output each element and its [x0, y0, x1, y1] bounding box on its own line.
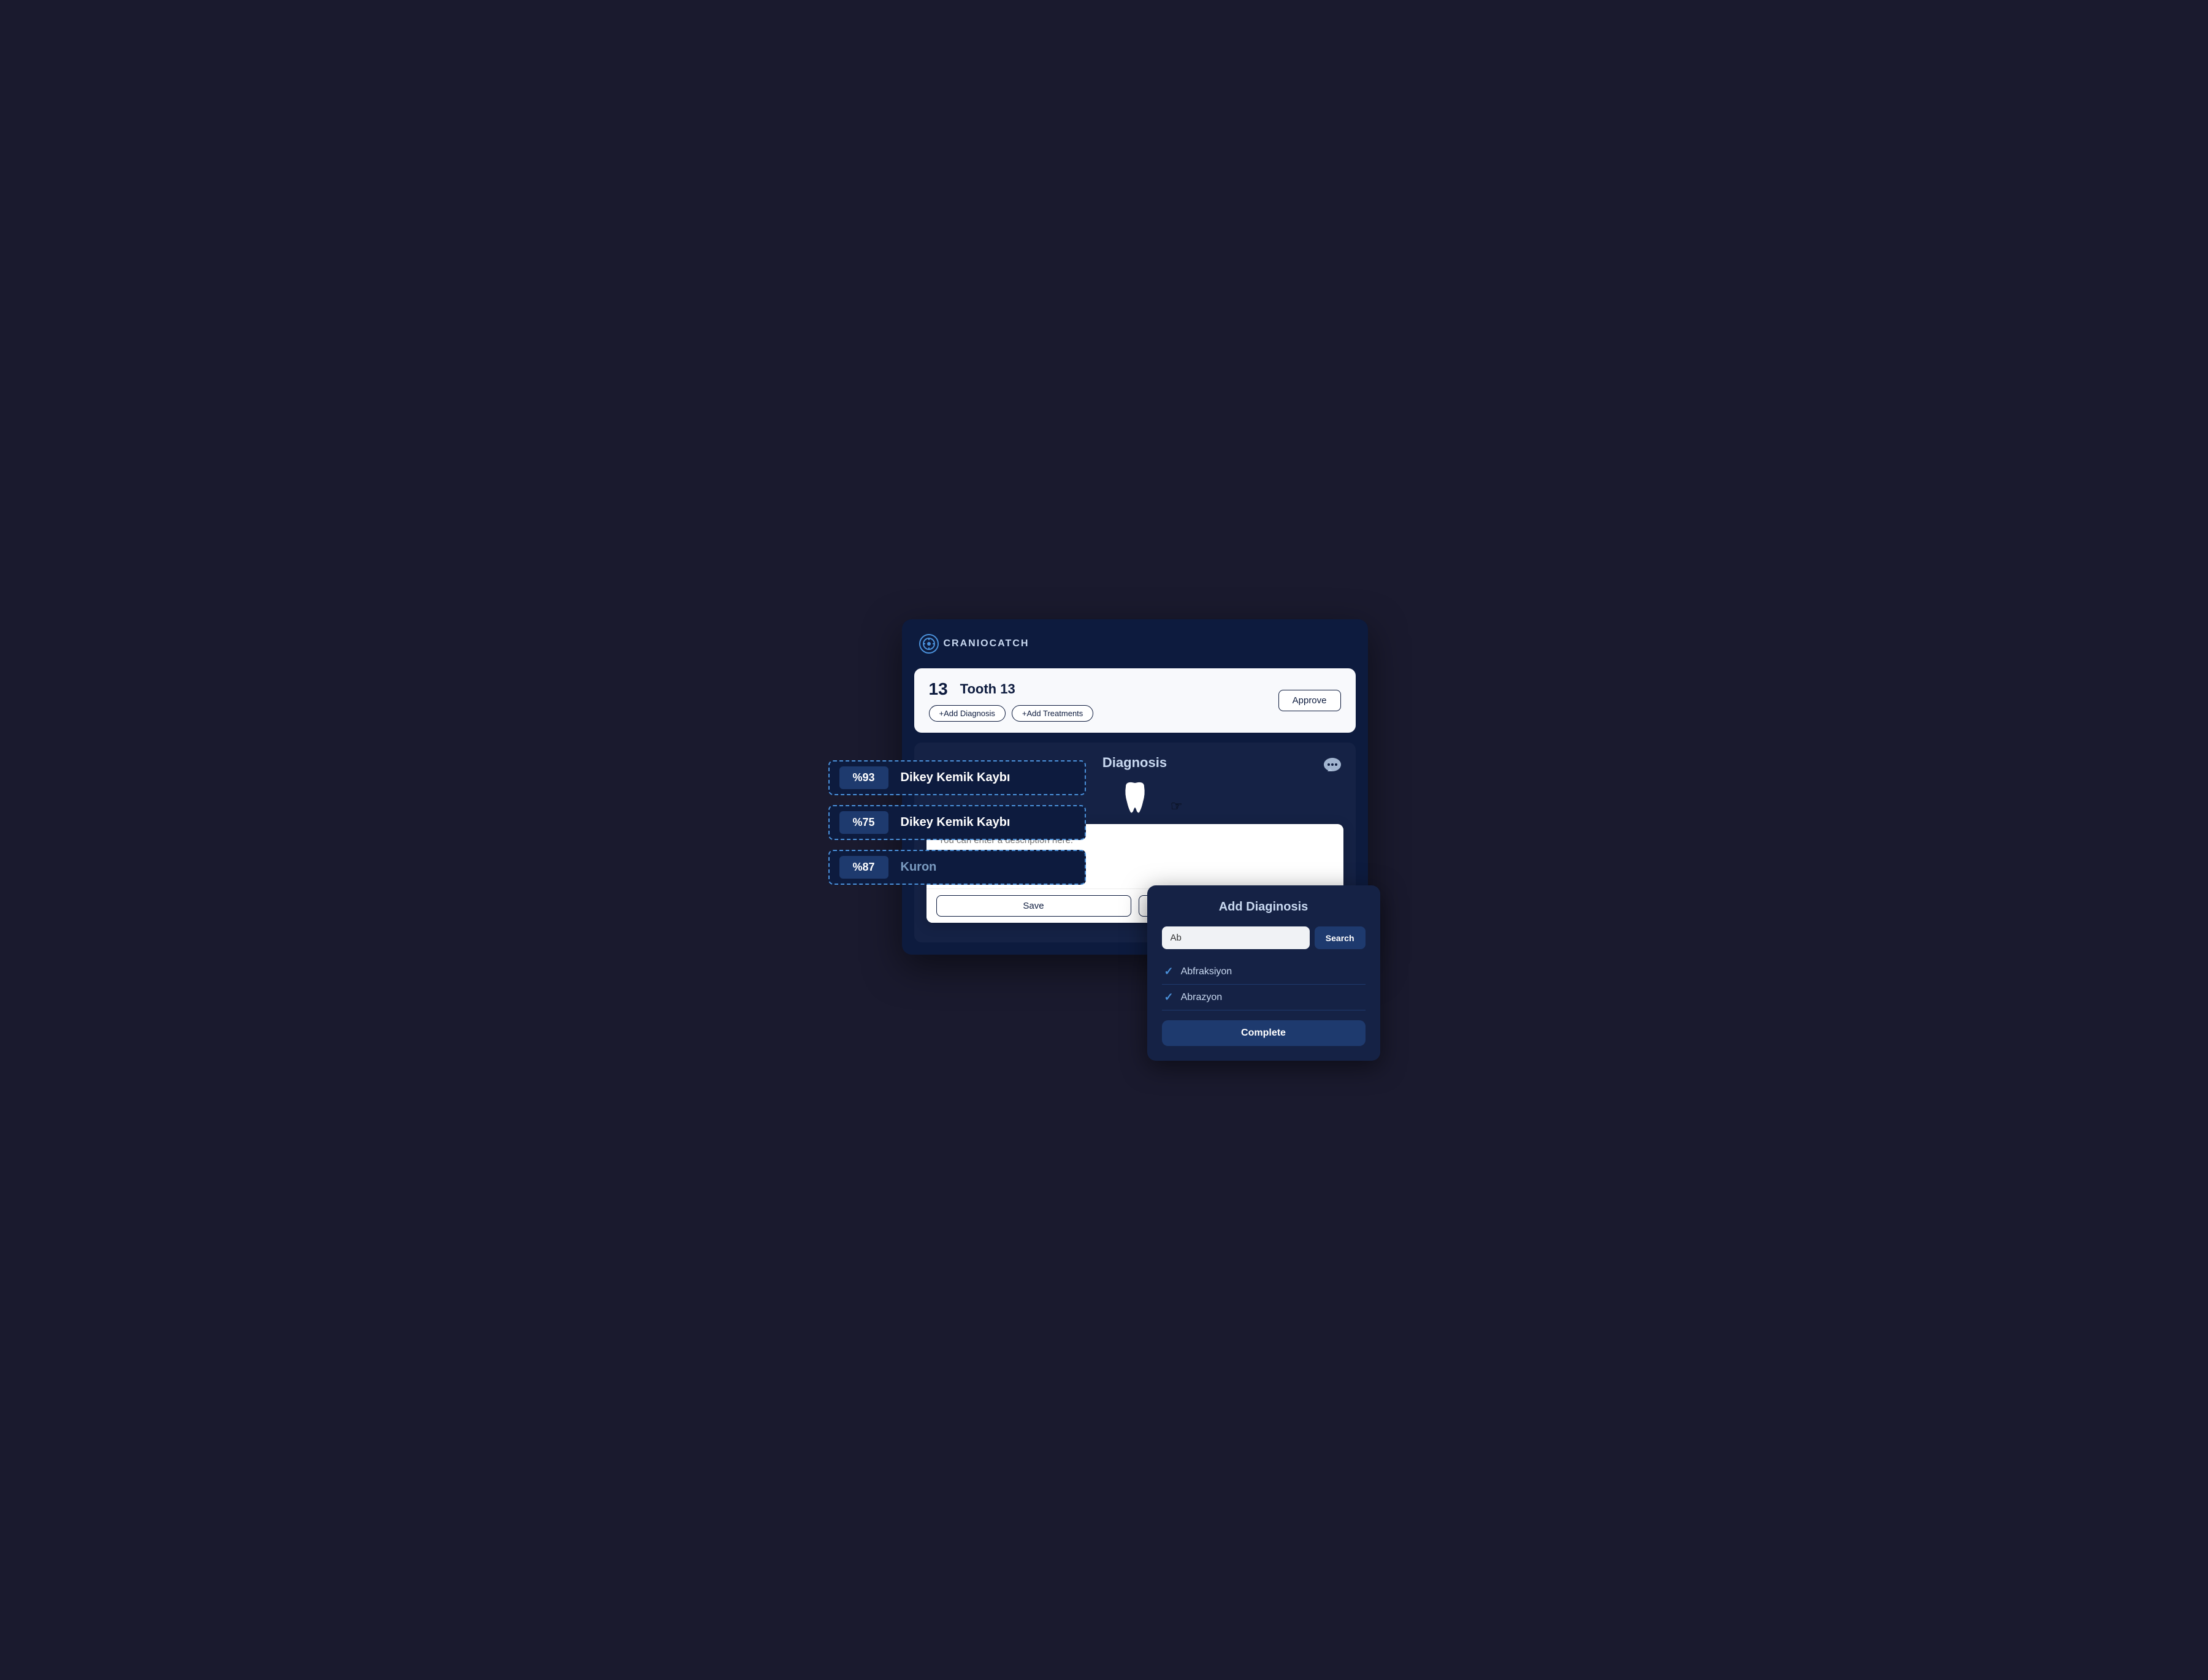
diagnosis-row-2: %75 Dikey Kemik Kaybı	[828, 805, 1086, 840]
tooth-label: Tooth 13	[960, 681, 1015, 697]
tooth-card: 13 Tooth 13 +Add Diagnosis +Add Treatmen…	[914, 668, 1356, 733]
logo-icon	[919, 634, 939, 654]
option-label-1: Abfraksiyon	[1181, 966, 1232, 977]
modal-title: Add Diaginosis	[1162, 900, 1366, 914]
save-button[interactable]: Save	[936, 895, 1131, 917]
search-row: Search	[1162, 926, 1366, 949]
approve-button[interactable]: Approve	[1278, 690, 1341, 711]
diagnosis-option-1: ✓ Abfraksiyon	[1162, 959, 1366, 985]
diagnosis-option-2: ✓ Abrazyon	[1162, 985, 1366, 1010]
option-label-2: Abrazyon	[1181, 992, 1223, 1003]
chat-icon[interactable]	[1319, 752, 1346, 779]
diagnosis-row-1: %93 Dikey Kemik Kaybı	[828, 760, 1086, 795]
add-diagnosis-modal: Add Diaginosis Search ✓ Abfraksiyon ✓ Ab…	[1147, 885, 1380, 1061]
complete-button[interactable]: Complete	[1162, 1020, 1366, 1046]
diag-percent-1: %93	[839, 766, 888, 789]
diag-name-1: Dikey Kemik Kaybı	[901, 771, 1010, 785]
checkmark-icon-1: ✓	[1164, 965, 1174, 978]
tooth-number: 13	[929, 679, 948, 699]
search-button[interactable]: Search	[1315, 926, 1366, 949]
diag-name-3: Kuron	[901, 860, 937, 874]
add-diagnosis-button[interactable]: +Add Diagnosis	[929, 705, 1006, 722]
search-input[interactable]	[1162, 926, 1310, 949]
diagnosis-row-3: %87 Kuron	[828, 850, 1086, 885]
tooth-actions: +Add Diagnosis +Add Treatments	[929, 705, 1094, 722]
diag-percent-3: %87	[839, 856, 888, 879]
logo-text: CranioCatch	[944, 638, 1030, 649]
diag-percent-2: %75	[839, 811, 888, 834]
logo-bar: CranioCatch	[914, 632, 1356, 656]
tooth-info-section: 13 Tooth 13 +Add Diagnosis +Add Treatmen…	[929, 679, 1094, 722]
tooth-info: 13 Tooth 13	[929, 679, 1094, 699]
add-treatments-button[interactable]: +Add Treatments	[1012, 705, 1093, 722]
diag-name-2: Dikey Kemik Kaybı	[901, 815, 1010, 830]
app-container: CranioCatch 13 Tooth 13 +Add Diagnosis +…	[828, 619, 1380, 1061]
diagnosis-rows: %93 Dikey Kemik Kaybı %75 Dikey Kemik Ka…	[828, 760, 1086, 895]
checkmark-icon-2: ✓	[1164, 991, 1174, 1004]
